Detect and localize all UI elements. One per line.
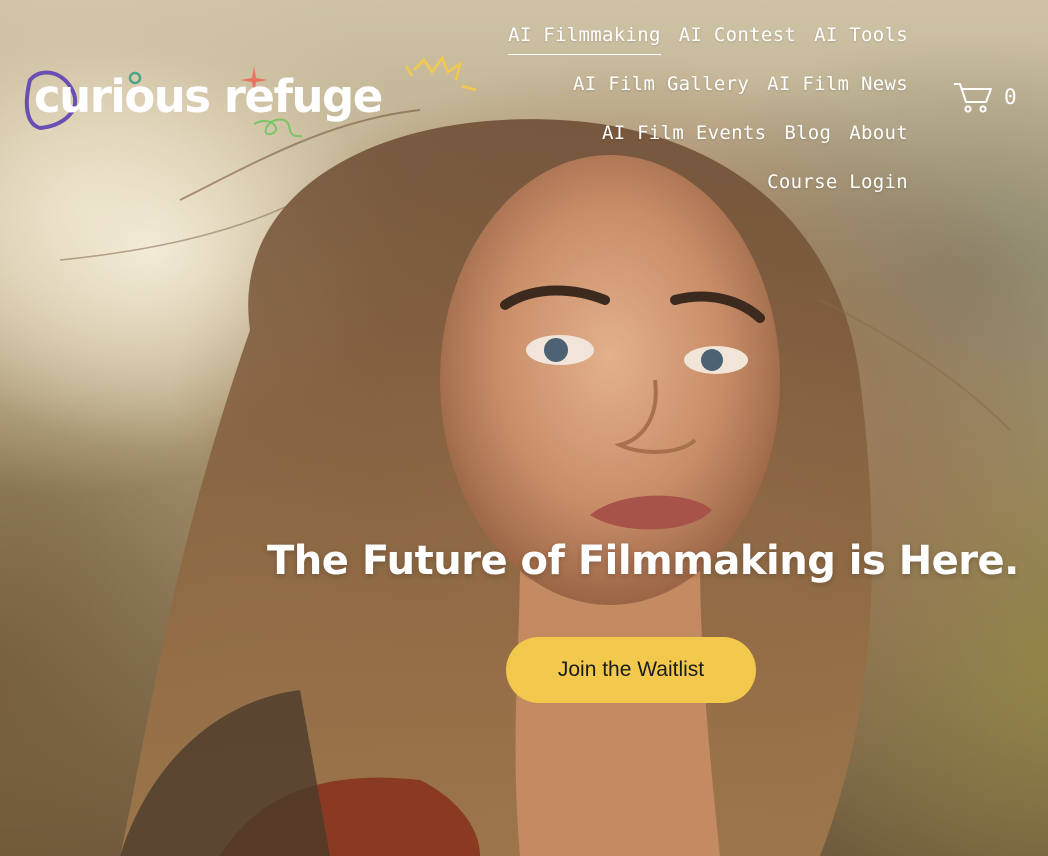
logo-text: curious refuge [34,70,383,123]
nav-row-2: AI Film Gallery AI Film News [573,59,908,108]
nav-row-1: AI Filmmaking AI Contest AI Tools [508,10,908,59]
cart-count: 0 [1004,85,1017,109]
hero-headline: The Future of Filmmaking is Here. [267,538,1019,584]
hero-section: curious refuge AI Filmmaking AI Contest … [0,0,1048,856]
nav-course-login[interactable]: Course Login [767,168,908,196]
join-waitlist-button[interactable]: Join the Waitlist [506,637,756,703]
cart-icon [954,83,992,113]
nav-ai-film-events[interactable]: AI Film Events [602,119,766,147]
nav-ai-film-gallery[interactable]: AI Film Gallery [573,70,749,98]
cart-button[interactable]: 0 [952,80,1017,114]
nav-row-4: Course Login [767,157,908,206]
nav-ai-tools[interactable]: AI Tools [814,21,908,49]
nav-ai-film-news[interactable]: AI Film News [767,70,908,98]
brand-logo[interactable]: curious refuge [22,54,492,154]
nav-ai-filmmaking[interactable]: AI Filmmaking [508,21,661,55]
nav-ai-contest[interactable]: AI Contest [679,21,796,49]
main-nav: AI Filmmaking AI Contest AI Tools AI Fil… [508,10,908,206]
nav-blog[interactable]: Blog [784,119,831,147]
nav-about[interactable]: About [849,119,908,147]
nav-row-3: AI Film Events Blog About [602,108,908,157]
